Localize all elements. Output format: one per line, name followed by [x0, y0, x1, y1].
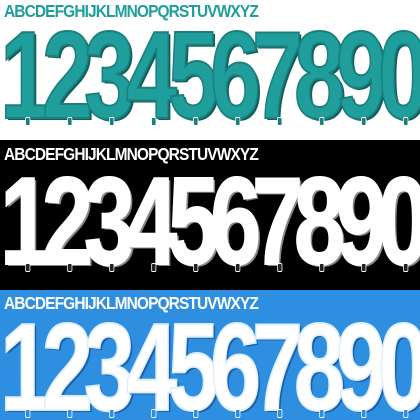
club-crest-icon: [361, 117, 367, 126]
blue-digit-0: 0: [377, 299, 420, 420]
club-crest-icon: [67, 409, 73, 418]
club-crest-icon: [235, 263, 241, 272]
blue-digit-8: 8: [293, 299, 346, 420]
teal-digit-6: 6: [209, 7, 262, 140]
club-crest-icon: [277, 263, 283, 272]
club-crest-icon: [319, 117, 325, 126]
club-crest-icon: [403, 263, 409, 272]
club-crest-icon: [25, 263, 31, 272]
club-crest-icon: [277, 409, 283, 418]
club-crest-icon: [403, 117, 409, 126]
blue-digit-6: 6: [209, 299, 262, 420]
club-crest-icon: [193, 409, 199, 418]
club-crest-icon: [109, 409, 115, 418]
black-digit-row: 1 2 3 4 5 6 7 8 9 0: [0, 153, 420, 290]
teal-digit-1: 1: [0, 7, 52, 140]
club-crest-icon: [361, 263, 367, 272]
club-crest-icon: [277, 117, 283, 126]
blue-digit-2: 2: [41, 299, 94, 420]
blue-digit-1: 1: [0, 299, 52, 420]
blue-digit-5: 5: [167, 299, 220, 420]
black-digit-1: 1: [0, 153, 52, 290]
club-crest-icon: [193, 263, 199, 272]
black-digit-4: 4: [125, 153, 178, 290]
font-sheet: ABCDEFGHIJKLMNOPQRSTUVWXYZ 1 2 3 4 5 6 7…: [0, 0, 420, 420]
club-crest-icon: [67, 117, 73, 126]
club-crest-icon: [25, 117, 31, 126]
black-digit-0: 0: [377, 153, 420, 290]
blue-digit-9: 9: [335, 299, 388, 420]
club-crest-icon: [151, 117, 157, 126]
club-crest-icon: [319, 409, 325, 418]
teal-digit-7: 7: [251, 7, 304, 140]
club-crest-icon: [361, 409, 367, 418]
black-font-set: ABCDEFGHIJKLMNOPQRSTUVWXYZ 1 2 3 4 5 6 7…: [0, 140, 420, 290]
black-digit-7: 7: [251, 153, 304, 290]
club-crest-icon: [151, 263, 157, 272]
club-crest-icon: [319, 263, 325, 272]
teal-digit-8: 8: [293, 7, 346, 140]
black-digit-3: 3: [83, 153, 136, 290]
club-crest-icon: [109, 263, 115, 272]
club-crest-icon: [25, 409, 31, 418]
club-crest-icon: [67, 263, 73, 272]
black-digit-2: 2: [41, 153, 94, 290]
club-crest-icon: [235, 409, 241, 418]
teal-digit-0: 0: [377, 7, 420, 140]
blue-font-set: ABCDEFGHIJKLMNOPQRSTUVWXYZ 1 2 3 4 5 6 7…: [0, 290, 420, 420]
club-crest-icon: [403, 409, 409, 418]
blue-digit-7: 7: [251, 299, 304, 420]
black-digit-8: 8: [293, 153, 346, 290]
teal-digit-4: 4: [125, 7, 178, 140]
black-digit-5: 5: [167, 153, 220, 290]
teal-digit-9: 9: [335, 7, 388, 140]
black-digit-6: 6: [209, 153, 262, 290]
blue-digit-3: 3: [83, 299, 136, 420]
club-crest-icon: [193, 117, 199, 126]
teal-font-set: ABCDEFGHIJKLMNOPQRSTUVWXYZ 1 2 3 4 5 6 7…: [0, 0, 420, 140]
teal-digit-5: 5: [167, 7, 220, 140]
teal-digit-3: 3: [83, 7, 136, 140]
blue-digit-row: 1 2 3 4 5 6 7 8 9 0: [0, 299, 420, 420]
club-crest-icon: [235, 117, 241, 126]
blue-digit-4: 4: [125, 299, 178, 420]
teal-digit-2: 2: [41, 7, 94, 140]
teal-digit-row: 1 2 3 4 5 6 7 8 9 0: [0, 7, 420, 140]
club-crest-icon: [151, 409, 157, 418]
black-digit-9: 9: [335, 153, 388, 290]
club-crest-icon: [109, 117, 115, 126]
